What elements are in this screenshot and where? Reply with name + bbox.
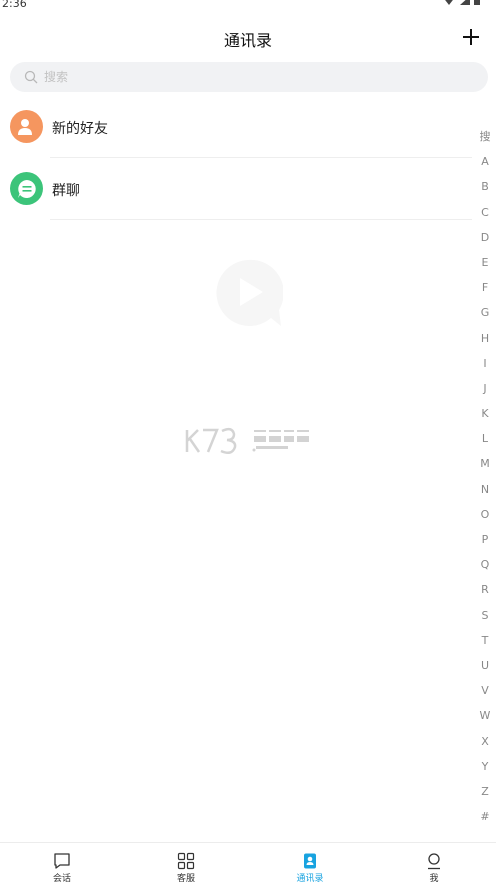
alphabet-index[interactable]: 搜 A B C D E F G H I J K L M N O P Q R S … xyxy=(478,124,492,829)
index-letter[interactable]: L xyxy=(482,426,488,451)
list-item-group-chat[interactable]: 群聊 xyxy=(0,158,472,220)
index-letter[interactable]: X xyxy=(481,729,489,754)
add-button[interactable] xyxy=(458,24,484,50)
battery-icon xyxy=(474,0,480,5)
index-letter[interactable]: F xyxy=(482,275,488,300)
index-letter[interactable]: G xyxy=(481,300,490,325)
page-title: 通讯录 xyxy=(223,31,272,50)
index-letter[interactable]: D xyxy=(481,225,489,250)
index-letter[interactable]: A xyxy=(481,149,489,174)
index-letter[interactable]: P xyxy=(482,527,489,552)
index-letter[interactable]: Y xyxy=(482,754,489,779)
group-chat-label: 群聊 xyxy=(52,183,80,199)
chat-icon xyxy=(53,852,71,870)
bottom-tab-bar: 会话 客服 通讯录 我 xyxy=(0,842,496,882)
index-letter[interactable]: 搜 xyxy=(480,124,491,149)
index-letter[interactable]: V xyxy=(481,678,489,703)
index-letter[interactable]: R xyxy=(481,577,489,602)
tab-service[interactable]: 客服 xyxy=(124,843,248,882)
plus-icon xyxy=(463,29,479,45)
index-letter[interactable]: I xyxy=(483,351,486,376)
index-letter[interactable]: # xyxy=(480,804,489,829)
signal-icon xyxy=(460,0,470,5)
index-letter[interactable]: H xyxy=(481,326,489,351)
status-icons xyxy=(442,0,480,6)
status-bar: 2:36 xyxy=(0,0,496,12)
index-letter[interactable]: U xyxy=(481,653,489,678)
tab-chat[interactable]: 会话 xyxy=(0,843,124,882)
index-letter[interactable]: N xyxy=(481,477,489,502)
tab-contacts-label: 通讯录 xyxy=(296,874,324,882)
index-letter[interactable]: S xyxy=(482,603,489,628)
status-time: 2:36 xyxy=(2,0,27,10)
empty-state-play-icon xyxy=(216,259,283,326)
index-letter[interactable]: M xyxy=(480,451,490,476)
group-chat-icon xyxy=(17,179,36,198)
search-bar[interactable] xyxy=(10,62,488,92)
tab-chat-label: 会话 xyxy=(52,874,71,882)
contacts-icon xyxy=(301,852,319,870)
wifi-icon xyxy=(445,0,453,5)
list-item-new-friends[interactable]: 新的好友 xyxy=(0,96,472,158)
search-input[interactable] xyxy=(44,70,444,84)
new-friends-label: 新的好友 xyxy=(52,121,108,137)
tab-me-label: 我 xyxy=(429,874,439,882)
divider xyxy=(50,219,472,220)
tab-me[interactable]: 我 xyxy=(372,843,496,882)
index-letter[interactable]: W xyxy=(480,703,491,728)
new-friends-avatar xyxy=(10,110,43,143)
index-letter[interactable]: B xyxy=(481,174,489,199)
index-letter[interactable]: C xyxy=(481,200,489,225)
index-letter[interactable]: K xyxy=(481,401,488,426)
index-letter[interactable]: Q xyxy=(481,552,490,577)
index-letter[interactable]: O xyxy=(481,502,490,527)
watermark-logo-icon xyxy=(185,427,309,455)
tab-contacts[interactable]: 通讯录 xyxy=(248,843,372,882)
index-letter[interactable]: J xyxy=(483,376,486,401)
header: 通讯录 xyxy=(0,20,496,56)
contact-list: 新的好友 群聊 xyxy=(0,96,472,220)
grid-icon xyxy=(177,852,195,870)
search-icon xyxy=(24,70,38,84)
index-letter[interactable]: Z xyxy=(481,779,489,804)
group-chat-avatar xyxy=(10,172,43,205)
index-letter[interactable]: E xyxy=(482,250,489,275)
add-friend-icon xyxy=(17,118,36,135)
profile-icon xyxy=(425,852,443,870)
index-letter[interactable]: T xyxy=(482,628,489,653)
tab-service-label: 客服 xyxy=(176,874,195,882)
